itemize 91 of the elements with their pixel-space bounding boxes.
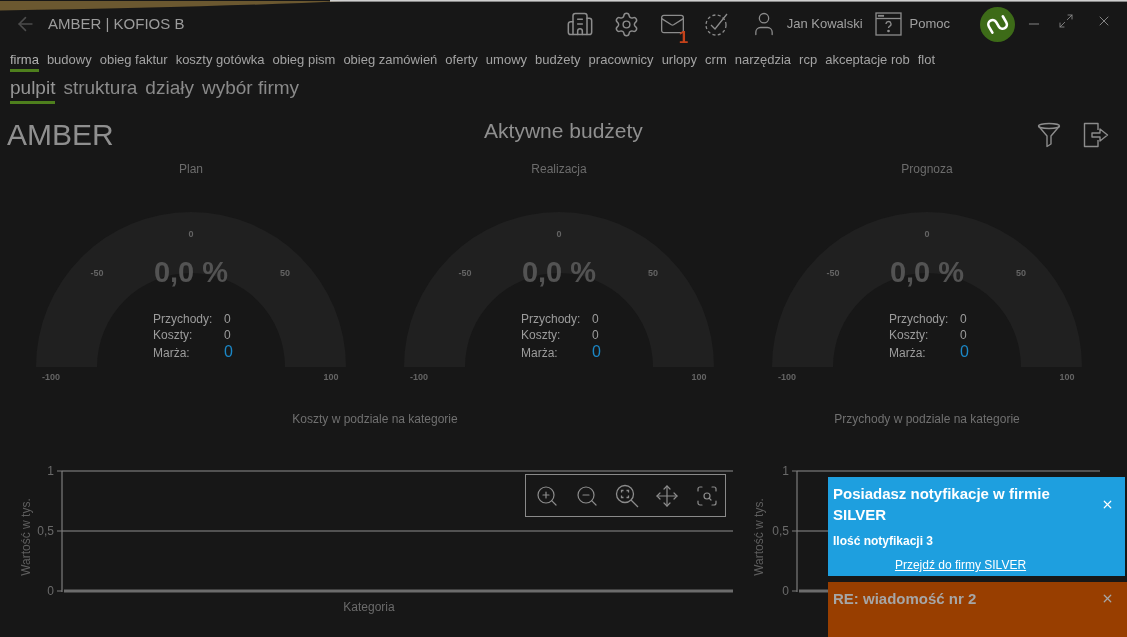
menu-tab[interactable]: rcp [799,51,818,72]
y-axis-title: Wartość w tys. [752,498,766,576]
gauge-tick-label: 100 [691,371,707,383]
menu-tab[interactable]: akceptacje rob [825,51,910,72]
maximize-icon[interactable] [1058,13,1074,29]
y-tick-label: 0,5 [37,524,54,538]
submenu-tab[interactable]: wybór firmy [201,76,300,104]
stat-label: Koszty: [153,327,194,343]
menu-tab[interactable]: pracownicy [588,51,654,72]
zoom-out-icon[interactable] [575,483,599,508]
gauge-value: 0,0 % [153,255,229,289]
close-icon[interactable] [1101,592,1114,605]
chart-title: Przychody w podziale na kategorie [834,411,1020,427]
stat-value: 0 [592,327,599,343]
gauge-tick-label: 100 [323,371,339,383]
export-icon[interactable] [1083,122,1109,148]
chart-title: Koszty w podziale na kategorie [292,411,458,427]
gauge-tick-label: 0 [924,228,930,240]
stat-label: Marża: [153,345,191,361]
stat-label: Przychody: [521,311,582,327]
stat-label: Przychody: [153,311,214,327]
y-tick-label: 0 [782,584,789,598]
gauge-tick-label: 0 [556,228,562,240]
menu-tab[interactable]: umowy [485,51,528,72]
help-window-icon[interactable] [874,12,902,36]
menu-tab[interactable]: firma [10,51,39,72]
notification-title: RE: wiadomość nr 2 [833,589,977,609]
user-name[interactable]: Jan Kowalski [786,14,863,34]
page-title: Aktywne budżety [484,118,643,144]
stat-value: 0 [960,343,969,361]
zoom-reset-icon[interactable] [615,483,639,508]
window-title: AMBER | KOFIOS B [48,13,185,34]
submenu-tab[interactable]: działy [145,76,194,104]
help-link[interactable]: Pomoc [909,14,950,34]
x-axis-title: Kategoria [343,600,395,614]
stat-label: Przychody: [889,311,950,327]
gauge-tick-label: -100 [778,371,796,383]
gauge-tick-label: -100 [410,371,428,383]
menu-tab[interactable]: urlopy [661,51,698,72]
stat-label: Marża: [521,345,559,361]
pan-icon[interactable] [655,483,679,508]
gauge-tick-label: 50 [1016,267,1027,279]
menu-tab[interactable]: flot [917,51,936,72]
menu-tab[interactable]: narzędzia [734,51,792,72]
notification-text: Ilość notyfikacji 3 [833,533,934,549]
gauge-title: Prognoza [901,161,953,178]
menu-tab[interactable]: obieg pism [272,51,336,72]
gauge-title: Realizacja [531,161,587,178]
gauge-value: 0,0 % [889,255,965,289]
gauge-tick-label: -50 [826,267,840,279]
y-axis-title: Wartość w tys. [19,498,33,576]
y-tick-label: 1 [47,464,54,478]
menu-tab[interactable]: budżety [535,51,581,72]
gauge-tick-label: -50 [90,267,104,279]
stat-value: 0 [224,343,233,361]
menu-tab[interactable]: obieg faktur [99,51,168,72]
gauge-tick-label: 50 [280,267,291,279]
y-tick-label: 0 [47,584,54,598]
menu-tab[interactable]: obieg zamówień [343,51,438,72]
menu-tab[interactable]: koszty gotówka [175,51,265,72]
dashed-check-circle-icon[interactable] [703,11,730,37]
menu-tab[interactable]: budowy [46,51,92,72]
stat-value: 0 [224,311,231,327]
app-logo-icon[interactable] [980,6,1015,42]
submenu-tab[interactable]: struktura [63,76,138,104]
stat-value: 0 [592,311,599,327]
zoom-in-icon[interactable] [535,483,559,508]
company-name: AMBER [7,117,114,153]
selection-zoom-icon[interactable] [695,483,719,508]
stat-value: 0 [960,311,967,327]
gauge-title: Plan [179,161,203,178]
menu-tab[interactable]: oferty [445,51,478,72]
gauge-tick-label: 50 [648,267,659,279]
filter-icon[interactable] [1037,122,1061,148]
y-tick-label: 1 [782,464,789,478]
stat-label: Marża: [889,345,927,361]
menu-tab[interactable]: crm [705,51,727,72]
gauge-tick-label: -50 [458,267,472,279]
stat-label: Koszty: [889,327,930,343]
stat-value: 0 [592,343,601,361]
y-tick-label: 0,5 [772,524,789,538]
stat-value: 0 [224,327,231,343]
gauge-tick-label: 0 [188,228,194,240]
stat-label: Koszty: [521,327,562,343]
gauge-tick-label: -100 [42,371,60,383]
unread-count: 1 [678,29,689,47]
submenu-tab[interactable]: pulpit [10,76,56,104]
stat-value: 0 [960,327,967,343]
notification-title: Posiadasz notyfikacje w firmie SILVER [833,484,1051,525]
gauge-tick-label: 100 [1059,371,1075,383]
gauge-value: 0,0 % [521,255,597,289]
